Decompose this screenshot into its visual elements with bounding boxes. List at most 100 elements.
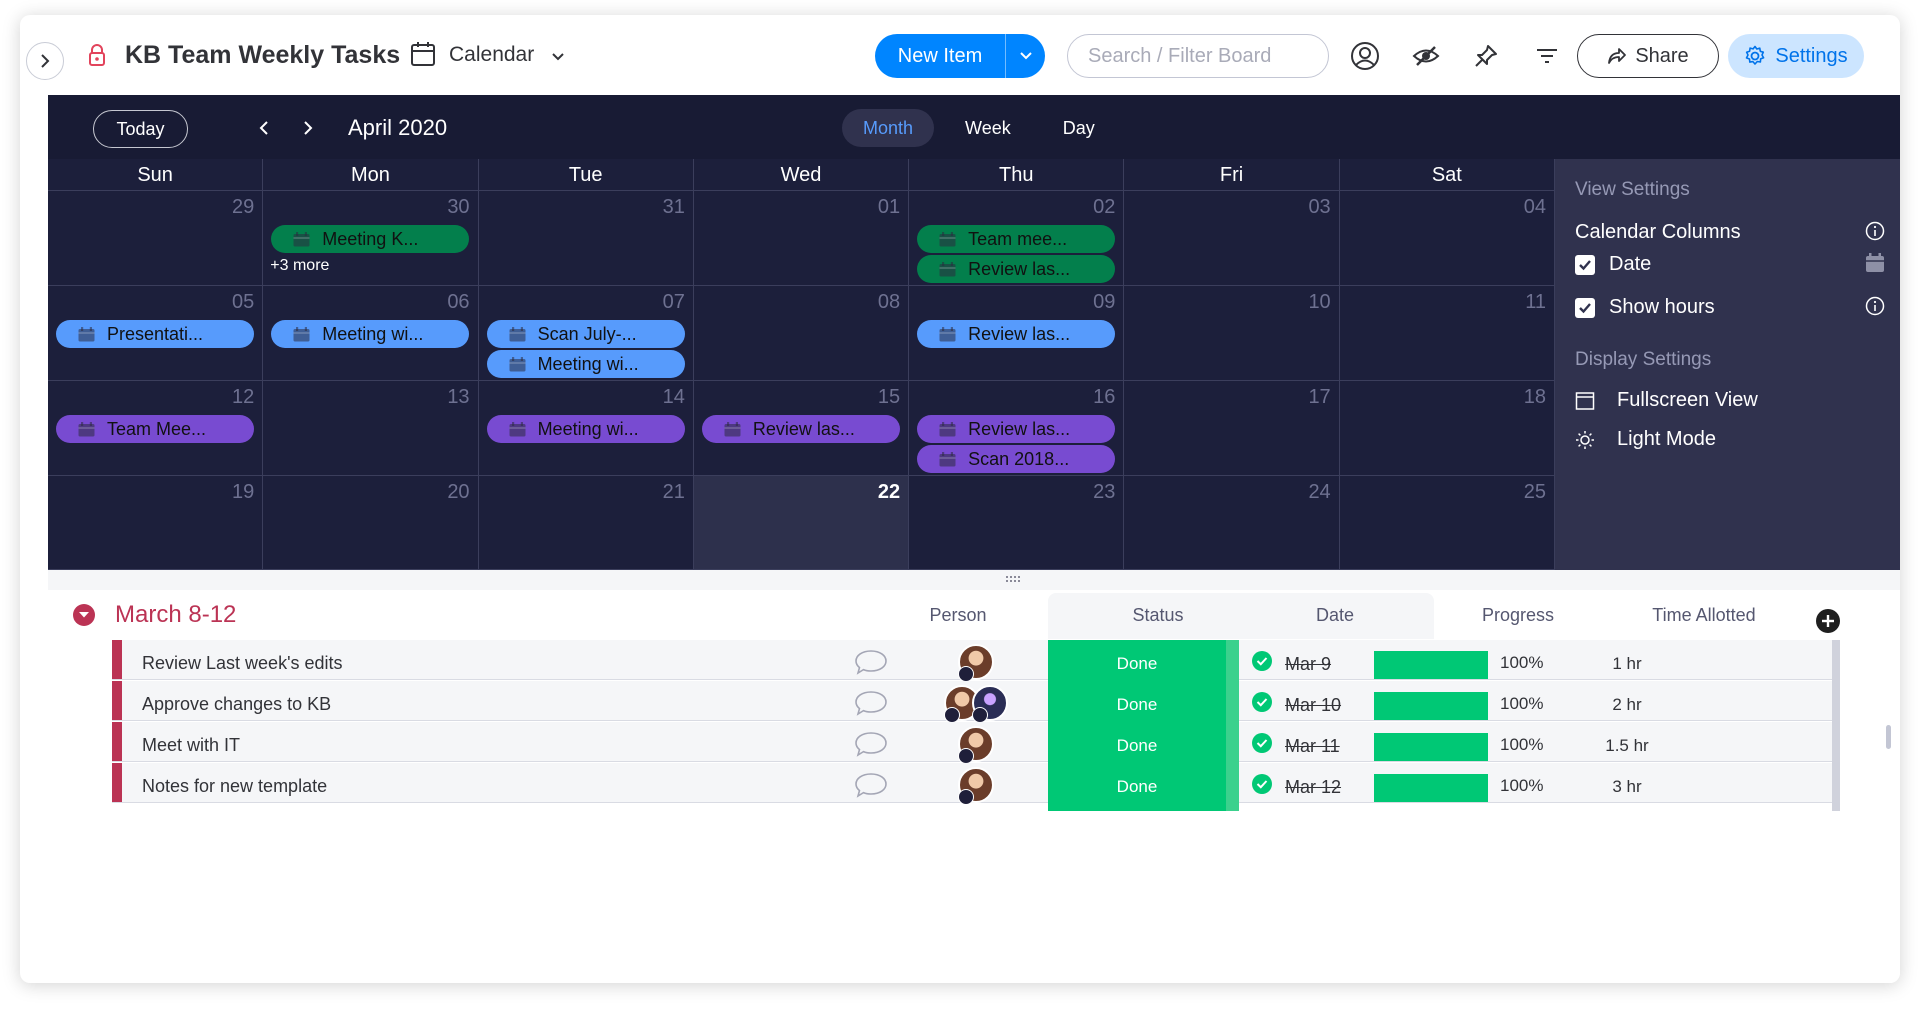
- new-item-dropdown[interactable]: [1006, 34, 1045, 78]
- calendar-day[interactable]: 03: [1124, 191, 1340, 285]
- avatar[interactable]: [972, 685, 1008, 723]
- today-button[interactable]: Today: [93, 110, 188, 148]
- calendar-day[interactable]: 31: [479, 191, 694, 285]
- filter-icon[interactable]: [1532, 41, 1562, 71]
- item-name[interactable]: Notes for new template: [142, 776, 327, 797]
- calendar-event[interactable]: Meeting wi...: [486, 350, 685, 378]
- comment-icon[interactable]: [854, 772, 888, 803]
- avatar[interactable]: [958, 644, 994, 682]
- date-value[interactable]: Mar 12: [1285, 777, 1341, 798]
- calendar-day[interactable]: 29: [48, 191, 264, 285]
- pin-icon[interactable]: [1471, 41, 1501, 71]
- calendar-event[interactable]: Review las...: [917, 320, 1116, 348]
- calendar-event[interactable]: Scan July-...: [486, 320, 685, 348]
- person-cell[interactable]: [924, 685, 1036, 725]
- calendar-day[interactable]: 24: [1124, 476, 1340, 569]
- table-row[interactable]: Meet with IT Done Mar 11 100% 1.5 hr: [112, 722, 1840, 770]
- board-title[interactable]: KB Team Weekly Tasks: [125, 41, 400, 70]
- date-value[interactable]: Mar 11: [1285, 736, 1340, 757]
- settings-button[interactable]: Settings: [1728, 34, 1864, 78]
- calendar-event[interactable]: Meeting K...: [271, 225, 470, 253]
- date-value[interactable]: Mar 10: [1285, 695, 1341, 716]
- light-mode-option[interactable]: Light Mode: [1575, 428, 1885, 451]
- table-row[interactable]: Review Last week's edits Done Mar 9 100% 1 h…: [112, 640, 1840, 688]
- show-hours-checkbox[interactable]: [1575, 297, 1595, 318]
- column-header-time-allotted[interactable]: Time Allotted: [1624, 605, 1784, 626]
- calendar-day[interactable]: 10: [1124, 286, 1340, 380]
- calendar-day[interactable]: 11: [1340, 286, 1555, 380]
- calendar-event[interactable]: Review las...: [701, 415, 900, 443]
- more-events-link[interactable]: +3 more: [270, 257, 329, 275]
- calendar-day[interactable]: 30 Meeting K... +3 more: [263, 191, 479, 285]
- calendar-day[interactable]: 16 Review las... Scan 2018...: [909, 381, 1125, 475]
- calendar-day[interactable]: 19: [48, 476, 264, 569]
- item-name[interactable]: Meet with IT: [142, 735, 240, 756]
- calendar-event[interactable]: Team mee...: [917, 225, 1116, 253]
- calendar-day[interactable]: 02 Team mee... Review las...: [909, 191, 1125, 285]
- share-button[interactable]: Share: [1577, 34, 1719, 78]
- calendar-day[interactable]: 13: [263, 381, 479, 475]
- view-selector[interactable]: Calendar: [449, 43, 534, 67]
- calendar-day[interactable]: 18: [1340, 381, 1555, 475]
- calendar-event[interactable]: Review las...: [917, 415, 1116, 443]
- calendar-day[interactable]: 17: [1124, 381, 1340, 475]
- calendar-day[interactable]: 14 Meeting wi...: [479, 381, 694, 475]
- table-row[interactable]: Notes for new template Done Mar 12 100% 3 hr: [112, 763, 1840, 811]
- calendar-event[interactable]: Meeting wi...: [271, 320, 470, 348]
- add-column-button[interactable]: [1815, 608, 1841, 639]
- calendar-day[interactable]: 23: [909, 476, 1125, 569]
- calendar-event[interactable]: Team Mee...: [56, 415, 254, 443]
- calendar-day[interactable]: 25: [1340, 476, 1555, 569]
- calendar-event[interactable]: Review las...: [917, 255, 1116, 283]
- date-checkbox[interactable]: [1575, 254, 1595, 275]
- chevron-down-icon[interactable]: [551, 49, 565, 67]
- time-allotted-value[interactable]: 2 hr: [1552, 695, 1702, 715]
- column-header-progress[interactable]: Progress: [1448, 605, 1588, 626]
- calendar-day-today[interactable]: 22: [693, 476, 910, 569]
- calendar-day[interactable]: 04: [1340, 191, 1555, 285]
- item-name[interactable]: Approve changes to KB: [142, 694, 331, 715]
- view-tab-day[interactable]: Day: [1042, 109, 1116, 147]
- calendar-event[interactable]: Meeting wi...: [486, 415, 685, 443]
- drag-handle-icon[interactable]: [1005, 575, 1021, 583]
- avatar[interactable]: [958, 726, 994, 764]
- calendar-day[interactable]: 20: [263, 476, 479, 569]
- search-filter-input[interactable]: [1067, 34, 1329, 78]
- view-tab-month[interactable]: Month: [842, 109, 935, 147]
- item-name[interactable]: Review Last week's edits: [142, 653, 343, 674]
- person-cell[interactable]: [924, 644, 1036, 684]
- calendar-day[interactable]: 01: [694, 191, 910, 285]
- collapse-group-button[interactable]: [73, 604, 95, 626]
- calendar-day[interactable]: 07 Scan July-... Meeting wi...: [479, 286, 694, 380]
- column-header-status[interactable]: Status: [1088, 605, 1228, 626]
- show-hours-row[interactable]: Show hours: [1575, 296, 1885, 319]
- new-item-button[interactable]: New Item: [875, 34, 1045, 78]
- person-cell[interactable]: [924, 767, 1036, 807]
- group-title[interactable]: March 8-12: [115, 601, 236, 629]
- column-header-date[interactable]: Date: [1285, 605, 1385, 626]
- date-value[interactable]: Mar 9: [1285, 654, 1331, 675]
- calendar-day[interactable]: 12 Team Mee...: [48, 381, 264, 475]
- calendar-day[interactable]: 21: [479, 476, 694, 569]
- calendar-day[interactable]: 08: [694, 286, 910, 380]
- comment-icon[interactable]: [854, 731, 888, 762]
- calendar-day[interactable]: 09 Review las...: [909, 286, 1125, 380]
- expand-sidebar-button[interactable]: [26, 42, 64, 80]
- comment-icon[interactable]: [854, 649, 888, 680]
- fullscreen-view-option[interactable]: Fullscreen View: [1575, 389, 1885, 412]
- table-row[interactable]: Approve changes to KB Done Mar 10 100% 2 hr: [112, 681, 1840, 729]
- person-filter-icon[interactable]: [1350, 41, 1380, 71]
- next-month-button[interactable]: [298, 117, 318, 139]
- date-column-row[interactable]: Date: [1575, 253, 1885, 276]
- prev-month-button[interactable]: [254, 117, 274, 139]
- person-cell[interactable]: [924, 726, 1036, 766]
- calendar-event[interactable]: Presentati...: [56, 320, 254, 348]
- time-allotted-value[interactable]: 1.5 hr: [1552, 736, 1702, 756]
- view-tab-week[interactable]: Week: [944, 109, 1032, 147]
- time-allotted-value[interactable]: 3 hr: [1552, 777, 1702, 797]
- calendar-day[interactable]: 05 Presentati...: [48, 286, 264, 380]
- info-icon[interactable]: [1865, 296, 1885, 322]
- info-icon[interactable]: [1865, 221, 1885, 247]
- comment-icon[interactable]: [854, 690, 888, 721]
- table-scrollbar[interactable]: [1886, 725, 1891, 749]
